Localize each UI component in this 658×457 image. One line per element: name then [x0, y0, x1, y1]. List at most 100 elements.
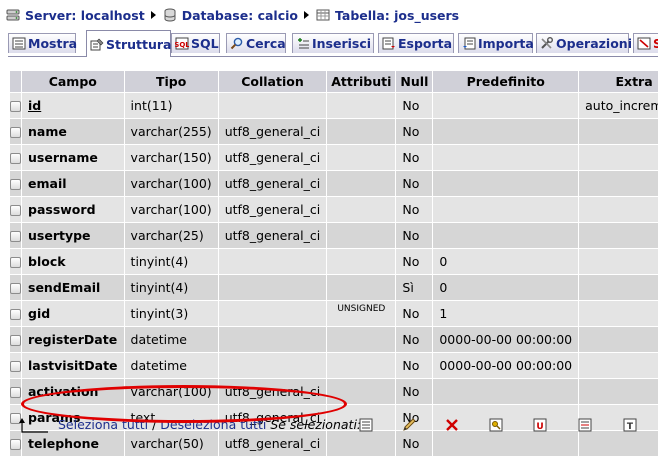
row-select-cell — [10, 171, 21, 196]
row-select-cell — [10, 353, 21, 378]
selection-footer: Seleziona tutti / Deseleziona tutti Se s… — [0, 415, 658, 443]
row-checkbox[interactable] — [10, 335, 21, 346]
tab-structure[interactable]: Struttura — [86, 30, 172, 57]
column-header-null: Null — [396, 71, 433, 92]
browse-icon — [12, 37, 26, 50]
cell-text: tinyint(4) — [130, 254, 189, 269]
row-checkbox[interactable] — [10, 179, 21, 190]
field-cell: id — [22, 93, 124, 118]
primary-key-icon[interactable] — [488, 417, 504, 433]
tab-label: S — [653, 36, 658, 51]
row-checkbox[interactable] — [10, 387, 21, 398]
attributes-cell — [327, 249, 396, 274]
extra-cell — [579, 119, 658, 144]
tab-label: Cerca — [246, 36, 286, 51]
cell-text: No — [402, 332, 420, 347]
edit-icon[interactable] — [401, 417, 417, 433]
fulltext-icon[interactable]: T — [622, 417, 638, 433]
collation-cell — [218, 353, 327, 378]
tab-operations[interactable]: Operazioni — [536, 33, 632, 53]
type-cell: varchar(25) — [124, 223, 218, 248]
type-cell: datetime — [124, 353, 218, 378]
attributes-cell — [327, 93, 396, 118]
delete-icon[interactable] — [444, 417, 460, 433]
tab-label: Mostra — [28, 36, 78, 51]
row-checkbox[interactable] — [10, 205, 21, 216]
cell-text: sendEmail — [28, 280, 101, 295]
default-cell: 0000-00-00 00:00:00 — [433, 353, 579, 378]
row-checkbox[interactable] — [10, 257, 21, 268]
select-all-link[interactable]: Seleziona tutti — [58, 417, 148, 432]
attributes-cell — [327, 197, 396, 222]
unique-icon[interactable]: U — [532, 417, 548, 433]
field-cell: password — [22, 197, 124, 222]
index-icon[interactable] — [577, 417, 593, 433]
row-checkbox[interactable] — [10, 283, 21, 294]
attributes-cell — [327, 327, 396, 352]
tab-export[interactable]: Esporta — [378, 33, 454, 53]
breadcrumb-separator-icon — [304, 11, 309, 19]
browse-icon[interactable] — [358, 417, 374, 433]
deselect-all-link[interactable]: Deseleziona tutti — [160, 417, 266, 432]
table-row: id int(11) No auto_increment — [10, 93, 658, 118]
tab-sql[interactable]: SQL SQL — [171, 33, 220, 53]
null-cell: No — [396, 327, 433, 352]
cell-text: varchar(100) — [130, 202, 212, 217]
cell-text: email — [28, 176, 67, 191]
column-header-collation: Collation — [218, 71, 327, 92]
breadcrumb-table-link[interactable]: Tabella: jos_users — [335, 8, 459, 23]
tab-import[interactable]: Importa — [458, 33, 534, 53]
default-cell — [433, 171, 579, 196]
cell-text: 0 — [439, 280, 448, 295]
null-cell: No — [396, 119, 433, 144]
cell-text: datetime — [130, 358, 187, 373]
row-checkbox[interactable] — [10, 361, 21, 372]
cell-text: auto_increment — [585, 98, 658, 113]
column-header-predefinito: Predefinito — [433, 71, 579, 92]
cell-text: 0 — [439, 254, 448, 269]
row-checkbox[interactable] — [10, 309, 21, 320]
cell-text: usertype — [28, 228, 91, 243]
breadcrumb-database-link[interactable]: Database: calcio — [182, 8, 298, 23]
field-cell: registerDate — [22, 327, 124, 352]
extra-cell — [579, 223, 658, 248]
field-cell: usertype — [22, 223, 124, 248]
field-cell: email — [22, 171, 124, 196]
null-cell: Sì — [396, 275, 433, 300]
cell-text: password — [28, 202, 96, 217]
cell-text: varchar(100) — [130, 384, 212, 399]
row-checkbox[interactable] — [10, 153, 21, 164]
row-checkbox[interactable] — [10, 127, 21, 138]
operations-icon — [541, 37, 553, 49]
field-cell: sendEmail — [22, 275, 124, 300]
cell-text: No — [402, 358, 420, 373]
cell-text: int(11) — [130, 98, 173, 113]
table-row: username varchar(150) utf8_general_ci No — [10, 145, 658, 170]
breadcrumb: Server: localhost Database: calcio Tabel… — [6, 6, 459, 24]
tab-insert[interactable]: Inserisci — [292, 33, 374, 53]
type-cell: tinyint(4) — [124, 275, 218, 300]
row-checkbox[interactable] — [10, 101, 21, 112]
cell-text: activation — [28, 384, 99, 399]
breadcrumb-server-link[interactable]: Server: localhost — [25, 8, 145, 23]
collation-cell: utf8_general_ci — [218, 197, 327, 222]
tab-search[interactable]: Cerca — [226, 33, 286, 53]
row-checkbox[interactable] — [10, 231, 21, 242]
tab-empty[interactable]: S — [633, 33, 658, 53]
attributes-cell — [327, 223, 396, 248]
empty-icon — [637, 37, 651, 50]
default-cell — [433, 223, 579, 248]
collation-cell — [218, 275, 327, 300]
sql-icon: SQL — [175, 37, 189, 50]
collation-cell — [218, 327, 327, 352]
null-cell: No — [396, 301, 433, 326]
tab-browse[interactable]: Mostra — [8, 33, 78, 53]
type-cell: datetime — [124, 327, 218, 352]
cell-text: utf8_general_ci — [224, 150, 321, 165]
collation-cell — [218, 93, 327, 118]
tab-label: Operazioni — [556, 36, 632, 51]
table-row: email varchar(100) utf8_general_ci No — [10, 171, 658, 196]
extra-cell — [579, 249, 658, 274]
table-row: block tinyint(4) No 0 — [10, 249, 658, 274]
field-cell: name — [22, 119, 124, 144]
